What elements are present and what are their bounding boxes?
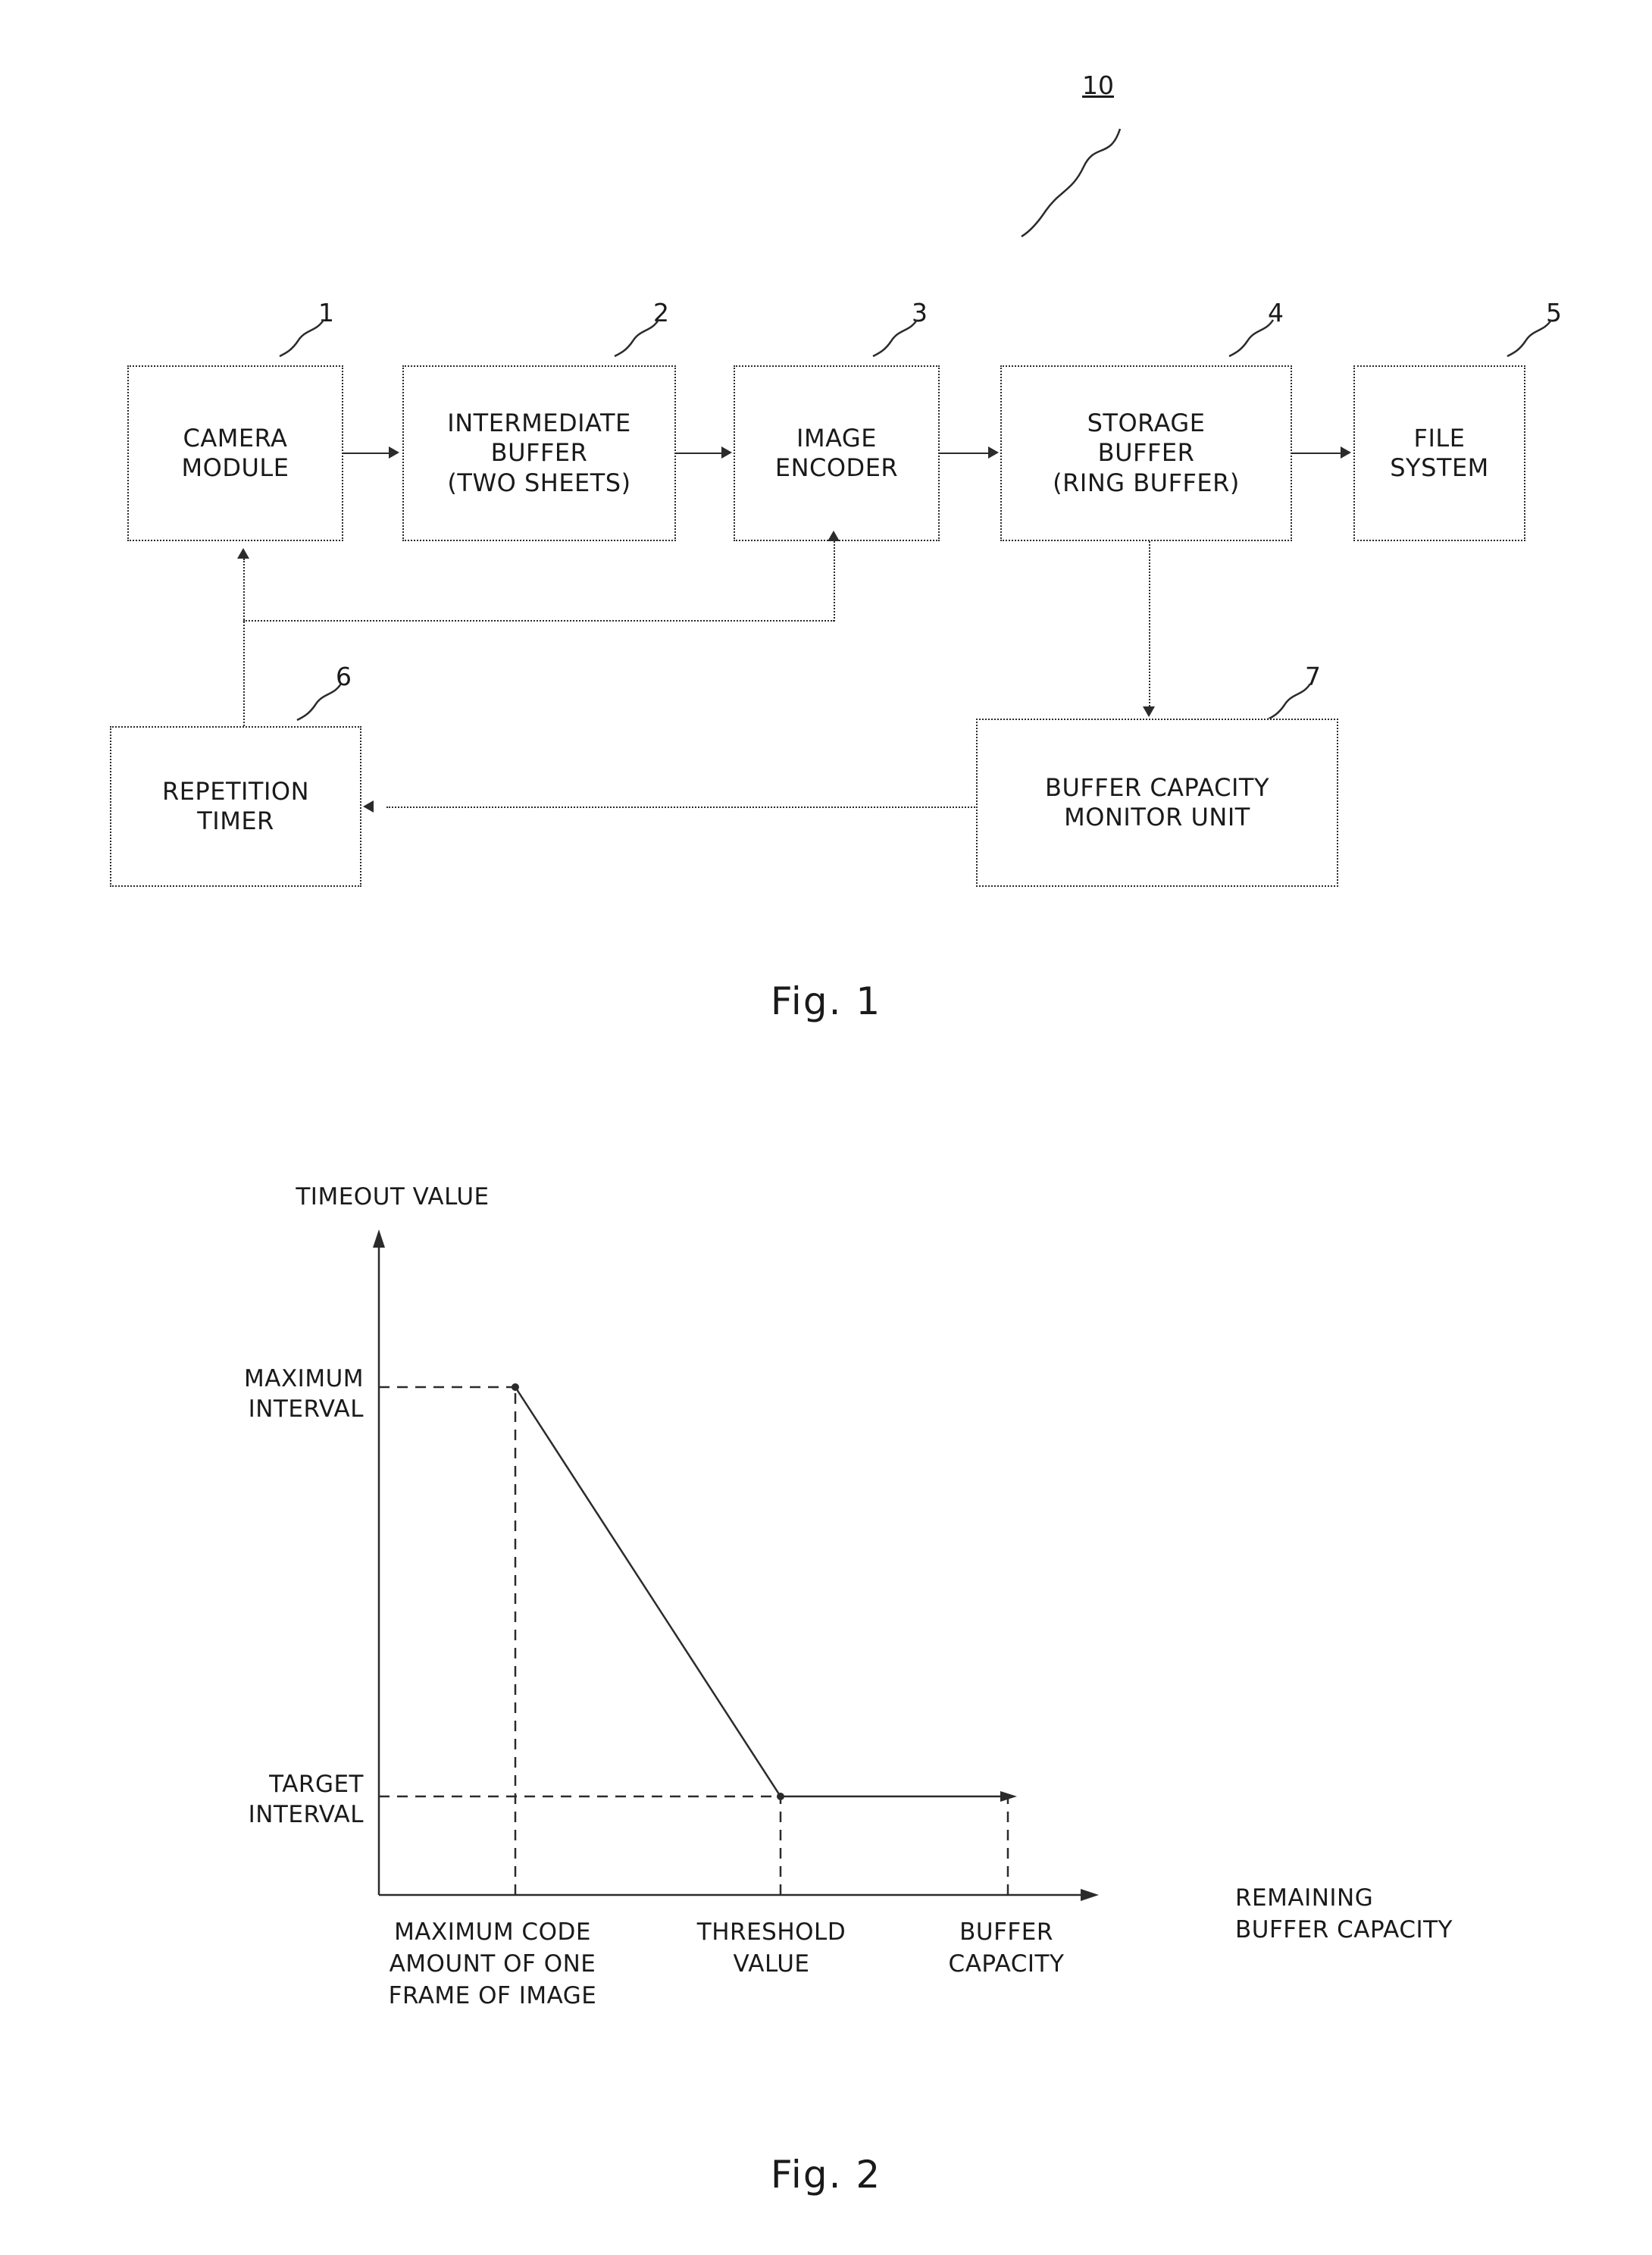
block-buffer-capacity-monitor-unit-line-2: MONITOR UNIT (1064, 803, 1250, 832)
chart-x-tick-threshold-value-line-2: VALUE (733, 1950, 810, 1978)
block-image-encoder-line-2: ENCODER (774, 453, 899, 482)
block-repetition-timer-line-1: REPETITION (161, 776, 310, 806)
chart-y-axis-title: TIMEOUT VALUE (296, 1183, 490, 1210)
chart-y-tick-maximum-interval-line-2: INTERVAL (248, 1395, 364, 1423)
block-intermediate-buffer: INTERMEDIATE BUFFER (TWO SHEETS) (402, 365, 676, 541)
block-buffer-capacity-monitor-unit: BUFFER CAPACITY MONITOR UNIT (976, 719, 1338, 887)
block-storage-buffer-line-2: BUFFER (1097, 438, 1195, 468)
connector-timer-to-encoder-horizontal (243, 620, 834, 622)
block-camera-module: CAMERA MODULE (127, 365, 343, 541)
connector-camera-to-intermediate (343, 453, 390, 454)
block-camera-module-line-1: CAMERA (183, 423, 288, 453)
block-intermediate-buffer-line-1: INTERMEDIATE (447, 409, 631, 438)
arrowhead-intermediate-to-encoder (721, 446, 732, 459)
block-camera-module-line-2: MODULE (181, 453, 289, 482)
connector-timer-to-encoder-vertical (834, 541, 835, 622)
block-storage-buffer-line-1: STORAGE (1087, 409, 1206, 438)
chart-x-axis-title-line-2: BUFFER CAPACITY (1235, 1916, 1453, 1943)
arrowhead-storage-to-monitor (1143, 706, 1155, 717)
block-intermediate-buffer-line-3: (TWO SHEETS) (447, 468, 631, 497)
reference-numeral-10: 10 (1082, 70, 1114, 100)
chart-x-axis-title-line-1: REMAINING (1235, 1884, 1374, 1912)
leader-line-1 (279, 319, 325, 358)
connector-monitor-to-timer-horizontal (386, 806, 978, 808)
chart-y-tick-maximum-interval-line-1: MAXIMUM (243, 1365, 364, 1392)
block-repetition-timer: REPETITION TIMER (110, 726, 361, 887)
connector-timer-to-camera-vertical (243, 559, 245, 726)
arrowhead-storage-to-filesystem (1341, 446, 1351, 459)
block-repetition-timer-line-2: TIMER (197, 806, 274, 835)
chart-plot-area (373, 1229, 1099, 1901)
chart-x-tick-buffer-capacity-line-1: BUFFER (959, 1918, 1053, 1946)
patent-figure-page: 10 1 2 3 4 5 6 7 CAMERA MODULE INTERMEDI… (0, 0, 1652, 2255)
connector-intermediate-to-encoder (676, 453, 723, 454)
chart-y-tick-target-interval-line-2: INTERVAL (248, 1801, 364, 1828)
block-file-system-line-1: FILE (1413, 423, 1466, 453)
chart-x-tick-max-code-amount-line-3: FRAME OF IMAGE (388, 1982, 597, 2009)
chart-x-tick-threshold-value-line-1: THRESHOLD (696, 1918, 846, 1946)
arrowhead-encoder-to-storage (988, 446, 999, 459)
block-image-encoder-line-1: IMAGE (796, 423, 877, 453)
figure-1-caption: Fig. 1 (770, 979, 882, 1023)
figure-2-caption: Fig. 2 (770, 2153, 882, 2197)
block-buffer-capacity-monitor-unit-line-1: BUFFER CAPACITY (1045, 772, 1269, 802)
leader-line-5 (1507, 319, 1553, 358)
block-intermediate-buffer-line-2: BUFFER (490, 438, 588, 468)
chart-y-tick-target-interval-line-1: TARGET (269, 1771, 364, 1798)
chart-x-tick-max-code-amount-line-2: AMOUNT OF ONE (389, 1950, 596, 1978)
leader-line-3 (872, 319, 918, 358)
arrowhead-camera-to-intermediate (389, 446, 399, 459)
chart-x-tick-max-code-amount-line-1: MAXIMUM CODE (394, 1918, 591, 1946)
chart-x-tick-buffer-capacity-line-2: CAPACITY (948, 1950, 1065, 1978)
arrowhead-timer-to-camera (237, 548, 249, 559)
connector-storage-to-filesystem (1292, 453, 1342, 454)
block-file-system: FILE SYSTEM (1353, 365, 1525, 541)
arrowhead-timer-to-encoder (828, 531, 840, 541)
leader-line-6 (296, 683, 343, 722)
block-file-system-line-2: SYSTEM (1390, 453, 1489, 482)
connector-encoder-to-storage (940, 453, 990, 454)
block-storage-buffer: STORAGE BUFFER (RING BUFFER) (1000, 365, 1292, 541)
block-storage-buffer-line-3: (RING BUFFER) (1053, 468, 1240, 497)
connector-storage-to-monitor-vertical (1149, 541, 1150, 706)
leader-line-2 (614, 319, 660, 358)
block-image-encoder: IMAGE ENCODER (734, 365, 940, 541)
arrowhead-monitor-to-timer (363, 800, 374, 813)
leader-line-4 (1228, 319, 1275, 358)
leader-line-10 (1021, 128, 1122, 238)
